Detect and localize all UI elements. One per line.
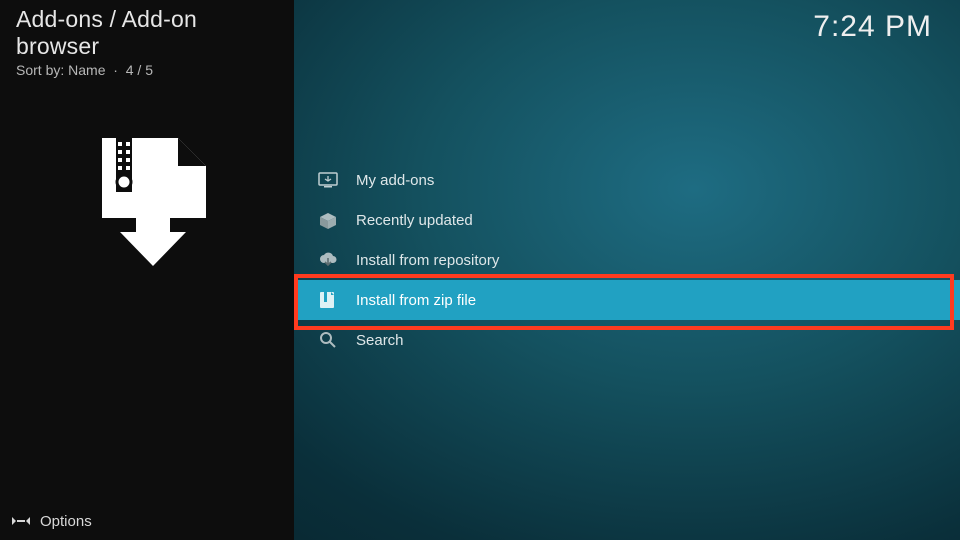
menu-item-label: Install from zip file — [356, 292, 476, 309]
zip-file-icon — [318, 290, 338, 310]
main-panel: 7:24 PM My add-ons Recently updated Inst… — [294, 0, 960, 540]
sort-line: Sort by: Name · 4 / 5 — [16, 62, 278, 78]
menu-list: My add-ons Recently updated Install from… — [294, 160, 960, 360]
menu-item-install-repository[interactable]: Install from repository — [294, 240, 960, 280]
sort-value: Name — [68, 62, 105, 78]
menu-item-install-zip[interactable]: Install from zip file — [294, 280, 960, 320]
menu-item-recently-updated[interactable]: Recently updated — [294, 200, 960, 240]
menu-item-search[interactable]: Search — [294, 320, 960, 360]
menu-item-label: Install from repository — [356, 252, 499, 269]
menu-item-label: Recently updated — [356, 212, 473, 229]
sort-label: Sort by: — [16, 62, 64, 78]
screen-icon — [318, 170, 338, 190]
menu-item-label: Search — [356, 332, 404, 349]
menu-item-my-addons[interactable]: My add-ons — [294, 160, 960, 200]
cloud-download-icon — [318, 250, 338, 270]
options-arrows-icon — [12, 512, 30, 530]
menu-item-label: My add-ons — [356, 172, 434, 189]
header: Add-ons / Add-on browser Sort by: Name ·… — [16, 6, 278, 56]
search-icon — [318, 330, 338, 350]
options-label: Options — [40, 513, 92, 530]
box-open-icon — [318, 210, 338, 230]
clock: 7:24 PM — [813, 10, 932, 44]
options-button[interactable]: Options — [12, 512, 92, 530]
breadcrumb: Add-ons / Add-on browser — [16, 6, 278, 60]
sidebar-panel: Add-ons / Add-on browser Sort by: Name ·… — [0, 0, 294, 540]
sort-separator: · — [109, 62, 125, 78]
zip-download-large-icon — [82, 132, 222, 272]
list-position: 4 / 5 — [126, 62, 153, 78]
app-screen: Add-ons / Add-on browser Sort by: Name ·… — [0, 0, 960, 540]
